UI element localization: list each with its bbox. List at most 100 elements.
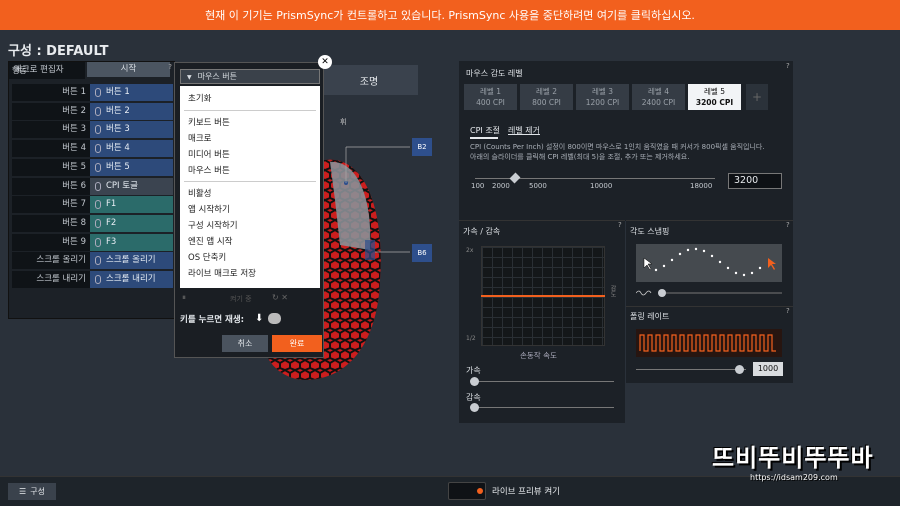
cpi-level-tab[interactable]: 레벨 5 3200 CPI [688,84,741,110]
list-icon: ☰ [19,487,27,496]
menu-item-launch-config[interactable]: 구성 시작하기 [188,219,238,231]
decel-slider[interactable] [472,407,614,408]
ok-button[interactable]: 완료 [272,335,322,352]
cpi-description: CPI (Counts Per Inch) 설정이 800이면 마우스로 1인치… [470,142,790,162]
binding-source-label: 버튼 1 [12,84,90,101]
help-icon[interactable]: ? [786,62,790,70]
cpi-level-tab[interactable]: 레벨 1 400 CPI [464,84,517,110]
bindings-panel: 행동 ? 버튼 1 버튼 1 버튼 2 버튼 2 버튼 3 버튼 3 버튼 4 버튼 4 버튼 … [8,61,175,319]
help-icon[interactable]: ? [168,63,172,71]
watermark-url: https://idsam209.com [750,473,838,482]
binding-row[interactable]: 버튼 9 F3 [12,233,173,251]
live-preview-indicator [477,488,483,494]
binding-source-label: 버튼 6 [12,177,90,195]
play-on-key-label: 키를 누르면 재생: [180,315,245,325]
cpi-tick: 5000 [529,182,547,190]
cpi-level-tab[interactable]: 레벨 4 2400 CPI [632,84,685,110]
tab-underline [470,137,498,139]
binding-action-button[interactable]: 버튼 1 [90,84,173,101]
binding-row[interactable]: 버튼 7 F1 [12,196,173,214]
b2-tag[interactable]: B2 [412,138,432,156]
menu-item-macro[interactable]: 매크로 [188,132,211,144]
control-banner[interactable]: 현재 이 기기는 PrismSync가 컨트롤하고 있습니다. PrismSyn… [0,0,900,30]
polling-slider-handle[interactable] [735,365,744,374]
menu-item-engine-app[interactable]: 엔진 앱 시작 [188,235,233,247]
accel-slider-handle[interactable] [470,377,479,386]
binding-action-button[interactable]: 버튼 2 [90,102,173,120]
binding-row[interactable]: 버튼 8 F2 [12,214,173,232]
binding-row[interactable]: 버튼 6 CPI 토글 [12,177,173,195]
binding-action-button[interactable]: 스크롤 내리기 [90,271,173,288]
binding-action-label: F1 [106,199,117,210]
cpi-tick: 10000 [590,182,613,190]
cpi-level-tab[interactable]: 레벨 2 800 CPI [520,84,573,110]
binding-action-label: 버튼 3 [106,124,130,135]
remove-level-link[interactable]: 레벨 제거 [508,125,540,136]
tab-lighting[interactable]: 조명 [320,65,418,95]
cpi-value-input[interactable]: 3200 [728,173,782,189]
config-button[interactable]: ☰ 구성 [8,483,56,500]
menu-item-mouse[interactable]: 마우스 버튼 [188,164,230,176]
polling-rate-value[interactable]: 1000 [753,362,783,376]
binding-source-label: 스크롤 내리기 [12,271,90,288]
page-title: 구성 : DEFAULT [8,44,109,59]
help-icon[interactable]: ? [786,221,790,229]
binding-row[interactable]: 버튼 3 버튼 3 [12,121,173,139]
binding-action-button[interactable]: F3 [90,233,173,251]
polling-rate-title: 폴링 레이트 [630,312,670,321]
angle-slider[interactable] [636,286,782,300]
binding-action-button[interactable]: 스크롤 올리기 [90,252,173,270]
close-icon[interactable]: ✕ [318,55,332,69]
binding-row[interactable]: 버튼 1 버튼 1 [12,84,173,101]
menu-item-os-shortcut[interactable]: OS 단축키 [188,251,226,263]
binding-row[interactable]: 스크롤 내리기 스크롤 내리기 [12,271,173,288]
cpi-level-value: 3200 CPI [695,98,734,107]
binding-action-button[interactable]: CPI 토글 [90,177,173,195]
watermark: 뜨비뚜비뚜뚜바 https://idsam209.com [712,438,892,488]
chevron-down-icon: ▼ [187,74,192,81]
cpi-level-name: 레벨 4 [648,87,669,96]
binding-action-button[interactable]: F1 [90,196,173,214]
binding-action-button[interactable]: 버튼 4 [90,140,173,158]
cpi-level-name: 레벨 2 [536,87,557,96]
action-type-select[interactable]: ▼ 마우스 버튼 [180,69,320,84]
menu-divider [184,181,316,182]
binding-row[interactable]: 버튼 2 버튼 2 [12,102,173,120]
decel-slider-handle[interactable] [470,403,479,412]
mouse-icon [95,144,101,154]
menu-item-disable[interactable]: 비활성 [188,187,211,199]
binding-action-label: 스크롤 올리기 [106,255,156,266]
binding-action-button[interactable]: F2 [90,214,173,232]
menu-item-launch-app[interactable]: 앱 시작하기 [188,203,230,215]
action-type-menu: 초기화 키보드 버튼 매크로 미디어 버튼 마우스 버튼 비활성 앱 시작하기 … [180,86,320,288]
cancel-button[interactable]: 취소 [222,335,268,352]
binding-row[interactable]: 버튼 4 버튼 4 [12,140,173,158]
binding-row[interactable]: 버튼 5 버튼 5 [12,158,173,176]
tab-cpi[interactable]: CPI 조절 [470,125,500,136]
b6-tag[interactable]: B6 [412,244,432,262]
binding-action-button[interactable]: 버튼 5 [90,158,173,176]
help-icon[interactable]: ? [786,307,790,315]
cpi-level-tab[interactable]: 레벨 3 1200 CPI [576,84,629,110]
mouse-icon [95,162,101,172]
macro-start-button[interactable]: 시작 [87,62,170,77]
mouse-icon [95,106,101,116]
accel-slider[interactable] [472,381,614,382]
binding-action-label: 버튼 1 [106,87,130,97]
accel-y-label: 감도 [609,285,616,297]
watermark-text: 뜨비뚜비뚜뚜바 [712,444,874,472]
menu-item-reset[interactable]: 초기화 [188,92,211,104]
binding-row[interactable]: 스크롤 올리기 스크롤 올리기 [12,252,173,270]
macro-editor-row: 매크로 편집자 시작 [9,62,170,79]
menu-item-keyboard[interactable]: 키보드 버튼 [188,116,230,128]
cpi-desc-line1: CPI (Counts Per Inch) 설정이 800이면 마우스로 1인치… [470,143,765,151]
add-level-button[interactable]: + [746,84,768,110]
menu-item-live-macro[interactable]: 라이브 매크로 저장 [188,267,256,279]
polling-slider[interactable] [636,369,746,370]
sensitivity-title: 마우스 감도 레벨 [466,69,523,78]
menu-item-media[interactable]: 미디어 버튼 [188,148,230,160]
binding-action-button[interactable]: 버튼 3 [90,121,173,139]
banner-text[interactable]: 현재 이 기기는 PrismSync가 컨트롤하고 있습니다. PrismSyn… [205,7,695,23]
help-icon[interactable]: ? [618,221,622,229]
decel-label: 감속 [466,393,481,402]
